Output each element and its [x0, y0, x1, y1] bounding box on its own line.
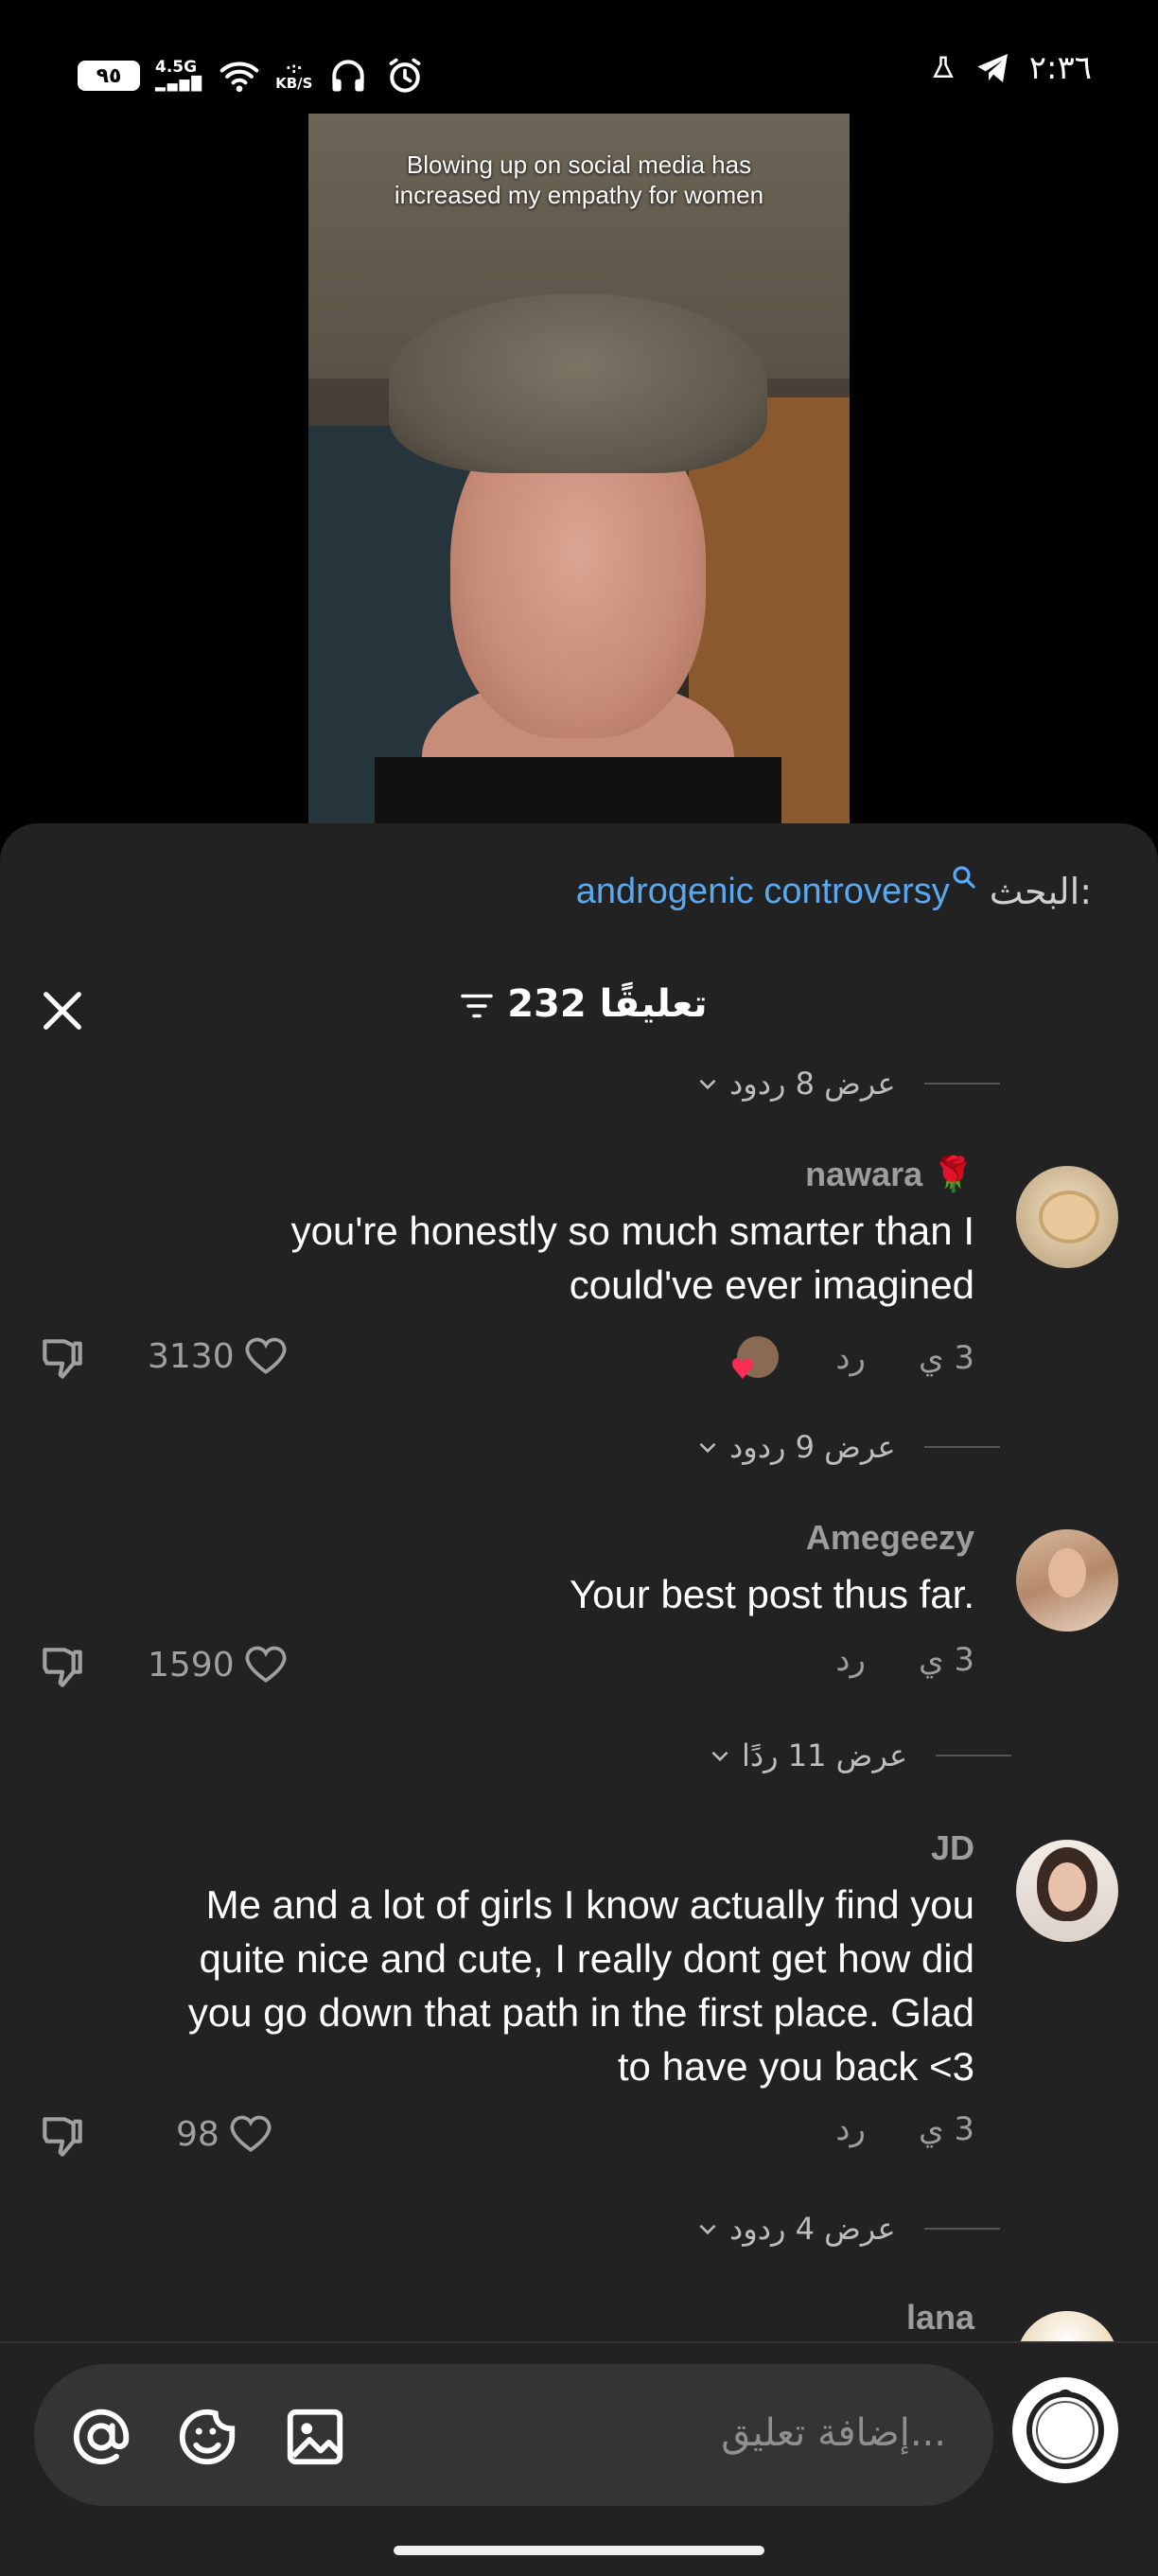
avatar-image [1048, 1862, 1086, 1912]
avatar[interactable] [1016, 1166, 1118, 1268]
replies-divider [936, 1755, 1012, 1756]
comment-text-line: you go down that path in the first place… [187, 1990, 974, 2035]
dislike-icon[interactable] [36, 2110, 89, 2163]
avatar[interactable] [1016, 1840, 1118, 1942]
view-replies-label: عرض 4 ردود [729, 2211, 896, 2247]
like-count: 98 [176, 2114, 219, 2154]
replies-divider [923, 1083, 1000, 1085]
heart-outline-icon[interactable] [242, 1641, 290, 1688]
view-replies-toggle[interactable]: عرض 11 ردًا [708, 1738, 1012, 1773]
video-caption: Blowing up on social media has increased… [308, 150, 850, 210]
filter-icon[interactable] [460, 992, 494, 1020]
creator-liked-badge: ♥ [729, 1336, 782, 1386]
comment-composer: إضافة تعليق... [0, 2341, 1158, 2576]
comment-age: 3 ي [918, 1641, 974, 1679]
chevron-down-icon [699, 1442, 716, 1454]
dislike-icon[interactable] [36, 1641, 89, 1694]
signal-bars-icon: ▂▄▆█ [155, 76, 204, 92]
status-left: ٩٥ 4.5G ▂▄▆█ ·:· KB/S [78, 55, 426, 97]
comment-meta: 3 ي رد [835, 1641, 974, 1679]
search-suggestion[interactable]: androgenic controversy البحث: [576, 866, 1092, 912]
heart-badge-icon: ♥ [729, 1353, 756, 1386]
ouroboros-avatar-icon [1026, 2390, 1104, 2469]
comment-input-placeholder: إضافة تعليق... [721, 2411, 946, 2455]
image-icon[interactable] [282, 2404, 348, 2470]
comment-meta: 3 ي رد [835, 2110, 974, 2148]
view-replies-label: عرض 11 ردًا [742, 1738, 908, 1773]
comment-text: Me and a lot of girls I know actually fi… [188, 1878, 974, 2093]
chevron-down-icon [699, 2224, 716, 2235]
comments-count: 232 تعليقًا [507, 982, 708, 1026]
comments-header: 232 تعليقًا [0, 975, 1158, 1041]
search-prefix: البحث: [989, 871, 1092, 912]
alarm-icon [389, 58, 421, 93]
comment-text: you're honestly so much smarter than I c… [291, 1204, 974, 1312]
comment-text-line: to have you back <3 [617, 2044, 974, 2089]
comment-age: 3 ي [918, 1339, 974, 1377]
caption-line-2: increased my empathy for women [394, 181, 764, 209]
comments-count-title: 232 تعليقًا [0, 982, 1158, 1026]
battery-indicator: ٩٥ [78, 61, 140, 91]
comment-text-line: could've ever imagined [569, 1262, 974, 1307]
avatar-image [1048, 1548, 1086, 1597]
heart-outline-icon[interactable] [227, 2110, 274, 2158]
like-control[interactable]: 98 [176, 2110, 274, 2158]
network-label: 4.5G [155, 57, 198, 77]
caption-line-1: Blowing up on social media has [406, 150, 752, 179]
comment-input[interactable]: إضافة تعليق... [34, 2364, 993, 2506]
comment-username[interactable]: JD [931, 1828, 974, 1868]
view-replies-toggle[interactable]: عرض 8 ردود [695, 1066, 1000, 1102]
headphones-icon [332, 60, 365, 92]
wifi-icon [219, 62, 259, 93]
avatar-image [1039, 1191, 1099, 1244]
view-replies-label: عرض 9 ردود [729, 1429, 896, 1465]
reply-button[interactable]: رد [835, 2110, 866, 2148]
video-player[interactable]: Blowing up on social media has increased… [308, 114, 850, 833]
net-speed: ·:· KB/S [275, 61, 312, 91]
home-indicator[interactable] [394, 2546, 764, 2555]
net-speed-unit: KB/S [275, 75, 313, 92]
dislike-icon[interactable] [36, 1332, 89, 1385]
status-right: ٢:٣٦ [929, 49, 1092, 87]
comment-meta: 3 ي رد ♥ [729, 1336, 974, 1386]
like-control[interactable]: 1590 [148, 1641, 290, 1688]
comment-age: 3 ي [918, 2110, 974, 2148]
video-person-cap [389, 293, 767, 473]
reply-button[interactable]: رد [835, 1641, 866, 1679]
sticker-emoji-icon[interactable] [174, 2404, 240, 2470]
comment-username[interactable]: lana [906, 2298, 974, 2338]
comment-text: Your best post thus far. [570, 1567, 974, 1621]
avatar[interactable] [1016, 1529, 1118, 1632]
comment-text-line: you're honestly so much smarter than I [290, 1209, 974, 1253]
like-control[interactable]: 3130 [148, 1332, 290, 1380]
mention-icon[interactable] [68, 2404, 134, 2470]
comment-text-line: Me and a lot of girls I know actually fi… [205, 1882, 974, 1927]
reply-button[interactable]: رد [835, 1339, 866, 1377]
heart-outline-icon[interactable] [242, 1332, 290, 1380]
view-replies-toggle[interactable]: عرض 9 ردود [695, 1429, 1000, 1465]
comment-text-line: Your best post thus far. [569, 1572, 974, 1616]
comment-username[interactable]: nawara 🌹 [805, 1155, 974, 1194]
telegram-icon [977, 54, 1008, 82]
network-type: 4.5G ▂▄▆█ [155, 57, 204, 93]
replies-divider [923, 2228, 1000, 2230]
comments-sheet: androgenic controversy البحث: 232 تعليقً… [0, 823, 1158, 2574]
current-user-avatar[interactable] [1012, 2377, 1118, 2483]
search-icon [953, 866, 975, 889]
clock: ٢:٣٦ [1028, 49, 1092, 87]
replies-divider [923, 1446, 1000, 1448]
chevron-down-icon [711, 1751, 728, 1762]
flask-icon [932, 56, 954, 78]
video-person-shirt [375, 757, 781, 833]
chevron-down-icon [699, 1079, 716, 1090]
comment-text-line: quite nice and cute, I really dont get h… [199, 1936, 974, 1981]
view-replies-label: عرض 8 ردود [729, 1066, 896, 1102]
view-replies-toggle[interactable]: عرض 4 ردود [695, 2211, 1000, 2247]
comment-username[interactable]: Amegeezy [806, 1518, 974, 1558]
like-count: 1590 [148, 1645, 235, 1685]
like-count: 3130 [148, 1336, 235, 1376]
search-query-link[interactable]: androgenic controversy [576, 872, 950, 912]
status-bar: ٩٥ 4.5G ▂▄▆█ ·:· KB/S ٢:٣٦ [0, 0, 1158, 104]
